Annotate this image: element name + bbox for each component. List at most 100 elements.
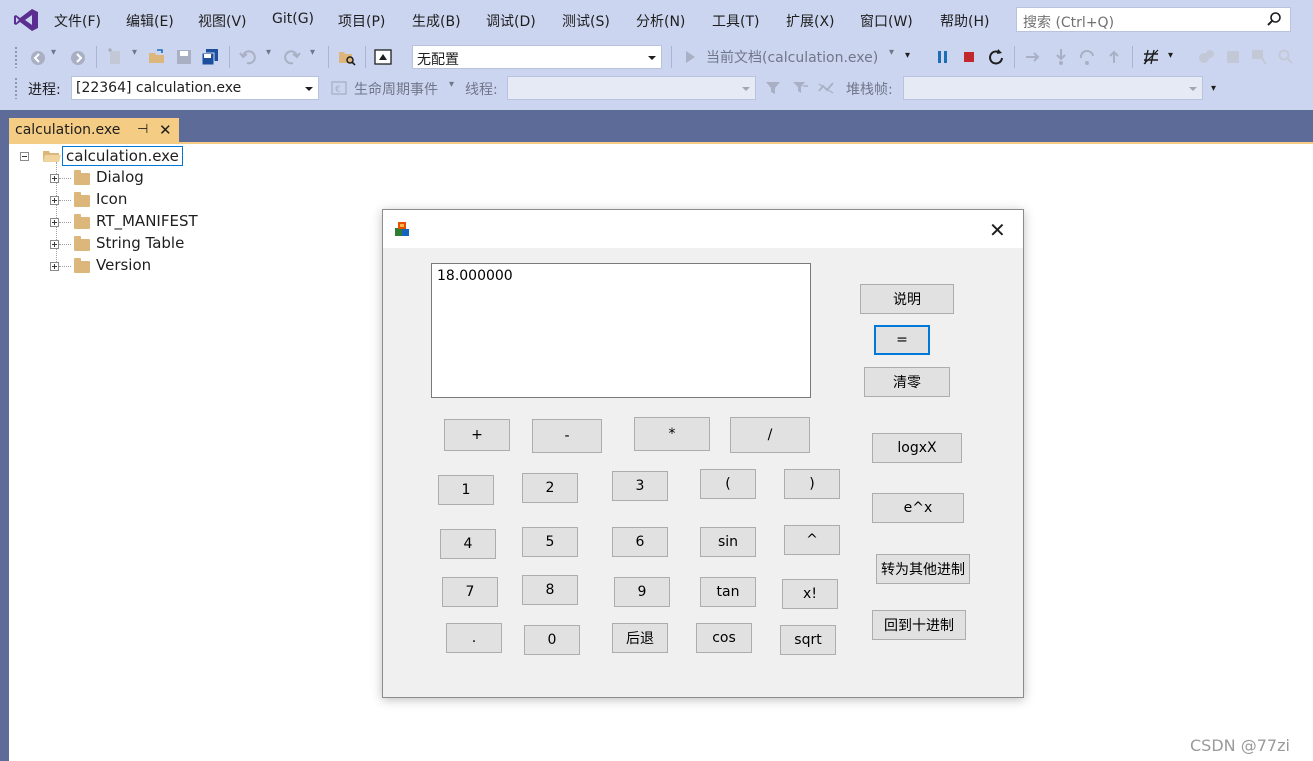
help-button[interactable]: 说明 [860,284,954,314]
right-paren-button[interactable]: ) [784,469,840,499]
menu-edit[interactable]: 编辑(E) [126,11,174,31]
decimal-point-button[interactable]: . [446,623,502,653]
expand-icon[interactable] [50,262,59,271]
menu-file[interactable]: 文件(F) [54,11,101,31]
undo-dropdown-icon[interactable]: ▾ [266,47,271,58]
tree-item-version[interactable]: Version [50,256,220,278]
save-icon[interactable] [175,48,193,66]
configuration-dropdown[interactable]: 无配置 [412,45,662,69]
menu-analyze[interactable]: 分析(N) [636,11,685,31]
thread-dropdown[interactable] [507,76,756,100]
toolbar-grip[interactable] [14,77,18,99]
lifecycle-events-icon[interactable]: € [330,79,348,97]
pin-icon[interactable]: ⊣ [137,122,148,137]
web-browser-icon[interactable] [374,48,392,66]
expand-icon[interactable] [50,218,59,227]
tab-calculation-exe[interactable]: calculation.exe ⊣ ✕ [9,118,179,144]
step-over-icon[interactable] [1078,48,1096,66]
find-in-files-icon[interactable] [338,48,356,66]
convert-base-button[interactable]: 转为其他进制 [876,554,970,584]
hex-dropdown-icon[interactable]: ▾ [1168,50,1173,61]
show-threads-icon[interactable] [817,79,835,97]
show-next-statement-icon[interactable] [1024,48,1042,66]
undo-icon[interactable] [239,48,257,66]
close-icon[interactable]: ✕ [159,121,172,139]
minus-button[interactable]: - [532,419,602,453]
digit-7-button[interactable]: 7 [442,577,498,607]
result-display[interactable]: 18.000000 [431,263,811,398]
backspace-button[interactable]: 后退 [612,623,668,653]
navigate-forward-icon[interactable] [69,49,87,67]
power-button[interactable]: ^ [784,525,840,555]
digit-8-button[interactable]: 8 [522,575,578,605]
redo-dropdown-icon[interactable]: ▾ [310,47,315,58]
lifecycle-events-label[interactable]: 生命周期事件 [354,79,438,99]
toolbar-grip[interactable] [14,46,18,68]
new-dropdown-icon[interactable]: ▾ [132,47,137,58]
digit-1-button[interactable]: 1 [438,475,494,505]
stop-icon[interactable] [960,48,978,66]
menu-tools[interactable]: 工具(T) [712,11,759,31]
cos-button[interactable]: cos [696,623,752,653]
menu-debug[interactable]: 调试(D) [486,11,536,31]
digit-3-button[interactable]: 3 [612,471,668,501]
tree-item-dialog[interactable]: Dialog [50,168,220,190]
open-file-icon[interactable] [148,48,166,66]
hex-display-icon[interactable] [1142,48,1160,66]
log-button[interactable]: logxX [872,433,962,463]
left-paren-button[interactable]: ( [700,469,756,499]
exp-button[interactable]: e^x [872,493,964,523]
pause-icon[interactable] [934,48,952,66]
menu-build[interactable]: 生成(B) [412,11,461,31]
multiply-button[interactable]: * [634,417,710,451]
start-target-label[interactable]: 当前文档(calculation.exe) [706,47,878,67]
menu-git[interactable]: Git(G) [272,11,314,27]
save-all-icon[interactable] [201,48,219,66]
back-dropdown-icon[interactable]: ▾ [51,47,56,58]
tree-item-string-table[interactable]: String Table [50,234,220,256]
search-input[interactable]: 搜索 (Ctrl+Q) [1016,7,1291,32]
digit-2-button[interactable]: 2 [522,473,578,503]
tree-item-icon[interactable]: Icon [50,190,220,212]
diagnostic-tools-icon[interactable] [1198,48,1216,66]
digit-4-button[interactable]: 4 [440,529,496,559]
menu-extensions[interactable]: 扩展(X) [786,11,835,31]
back-to-decimal-button[interactable]: 回到十进制 [872,610,966,640]
filter-icon[interactable] [764,79,782,97]
flag-threads-icon[interactable] [791,79,809,97]
equals-button[interactable]: = [874,325,930,355]
menu-window[interactable]: 窗口(W) [860,11,913,31]
stack-frame-dropdown[interactable] [903,76,1203,100]
digit-9-button[interactable]: 9 [614,577,670,607]
new-item-icon[interactable] [106,48,124,66]
comment-icon[interactable] [1250,48,1268,66]
dialog-titlebar[interactable]: ✕ [383,210,1023,248]
tree-item-rt-manifest[interactable]: RT_MANIFEST [50,212,220,234]
plus-button[interactable]: + [444,419,510,451]
expand-icon[interactable] [50,196,59,205]
redo-icon[interactable] [283,48,301,66]
digit-6-button[interactable]: 6 [612,527,668,557]
menu-test[interactable]: 测试(S) [562,11,610,31]
tree-root-node[interactable]: calculation.exe [20,146,200,168]
menu-project[interactable]: 项目(P) [338,11,385,31]
clear-button[interactable]: 清零 [864,367,950,397]
process-dropdown[interactable]: [22364] calculation.exe [71,76,319,100]
lifecycle-dropdown-icon[interactable]: ▾ [449,79,454,90]
close-icon[interactable]: ✕ [989,218,1006,242]
overflow-dropdown-icon[interactable]: ▾ [1211,83,1216,94]
expand-icon[interactable] [50,240,59,249]
navigate-back-icon[interactable] [29,49,47,67]
step-out-icon[interactable] [1105,48,1123,66]
sin-button[interactable]: sin [700,527,756,557]
find-icon[interactable] [1277,48,1295,66]
tan-button[interactable]: tan [700,577,756,607]
step-into-icon[interactable] [1052,48,1070,66]
digit-0-button[interactable]: 0 [524,625,580,655]
collapse-icon[interactable] [20,152,29,161]
start-debugging-icon[interactable] [681,48,699,66]
digit-5-button[interactable]: 5 [522,527,578,557]
memory-usage-icon[interactable] [1224,48,1242,66]
menu-view[interactable]: 视图(V) [198,11,247,31]
menu-help[interactable]: 帮助(H) [940,11,989,31]
